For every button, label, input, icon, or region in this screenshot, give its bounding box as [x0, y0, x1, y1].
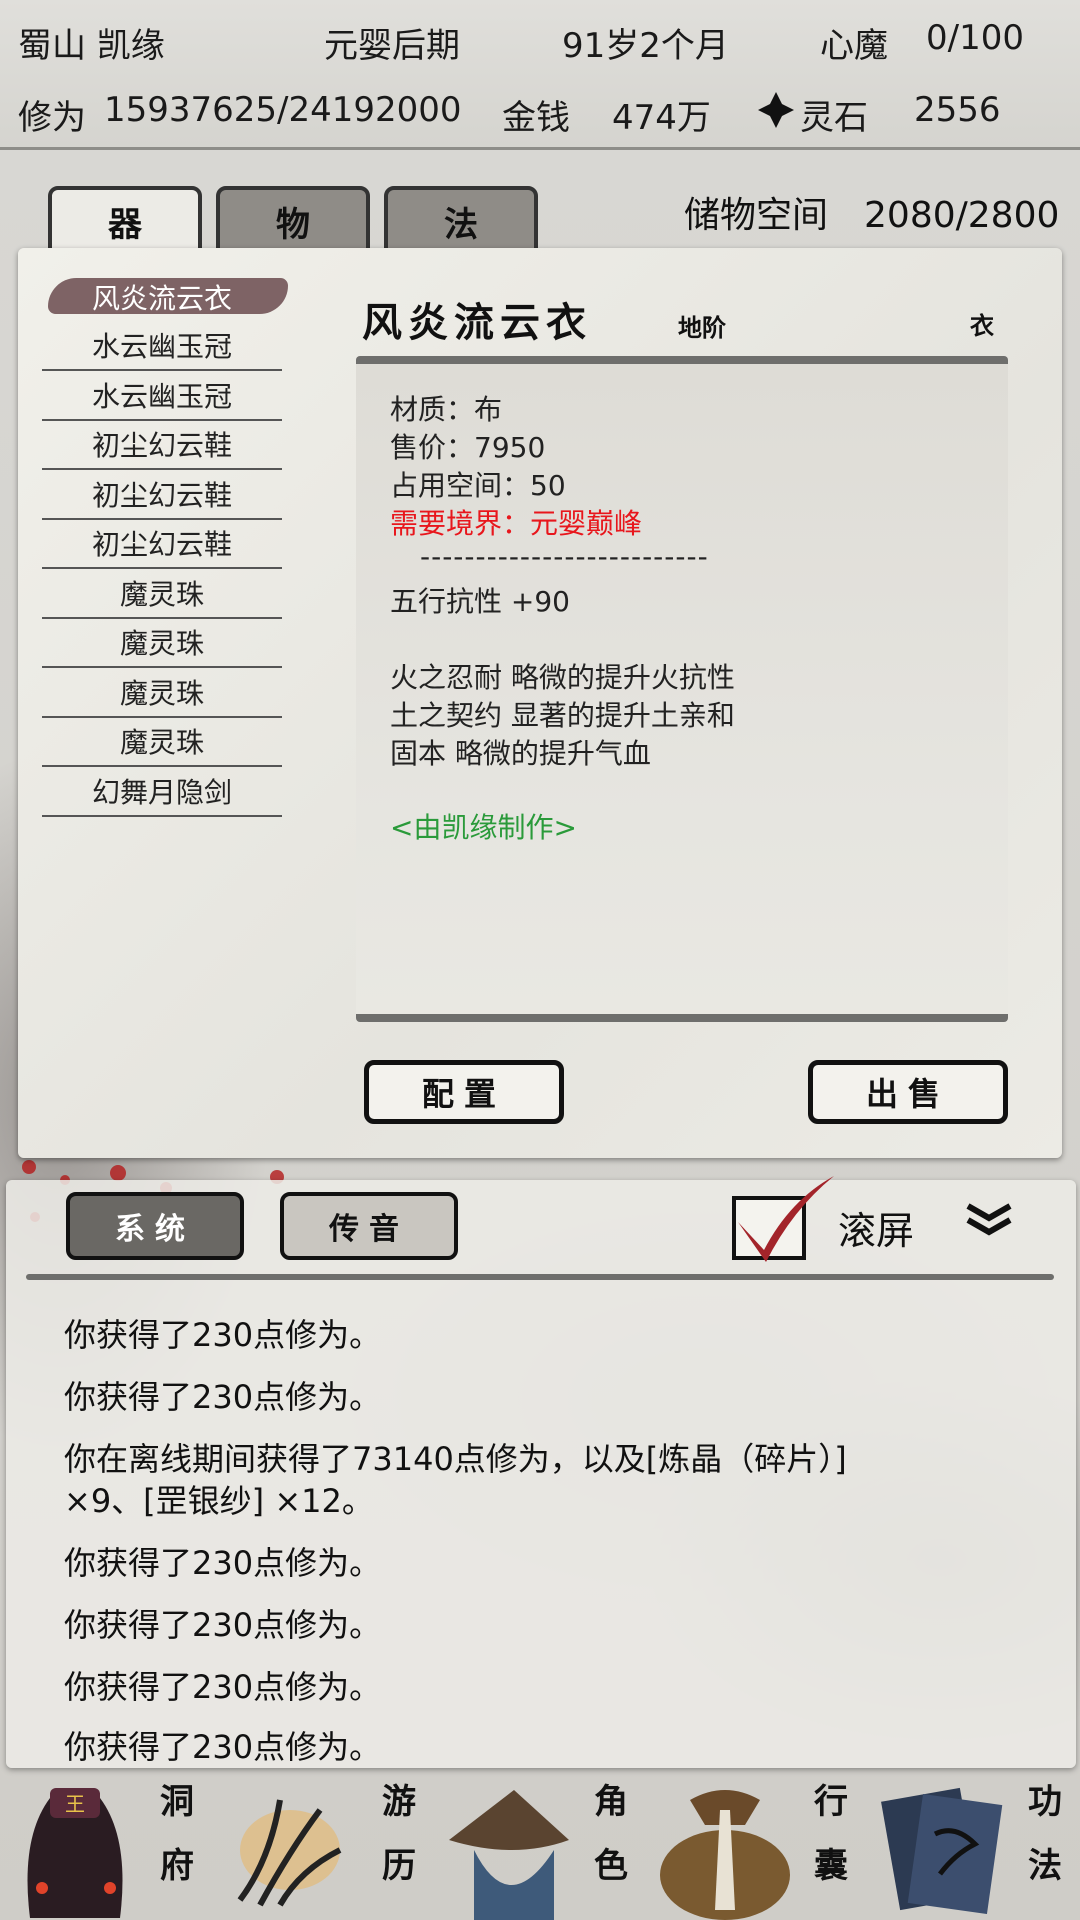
cave-icon: 王: [27, 1788, 123, 1918]
money-label: 金钱: [502, 98, 570, 138]
item-requirement: 需要境界：元婴巅峰: [390, 507, 643, 540]
equip-button[interactable]: 配置: [364, 1060, 564, 1124]
player-age: 91岁2个月: [562, 26, 729, 66]
item-grade: 地阶: [678, 313, 726, 342]
list-item[interactable]: 初尘幻云鞋: [42, 470, 282, 520]
bag-icon: [660, 1790, 790, 1920]
item-price: 售价：7950: [390, 431, 546, 464]
svg-text:王: 王: [65, 1792, 85, 1816]
chat-message: 你获得了230点修为。: [64, 1378, 382, 1416]
storage-value: 2080/2800: [864, 195, 1060, 236]
tab-whisper[interactable]: 传音: [280, 1192, 458, 1260]
sell-button[interactable]: 出售: [808, 1060, 1008, 1124]
list-item[interactable]: 水云幽玉冠: [42, 371, 282, 421]
scroll-label: 滚屏: [838, 1209, 915, 1253]
nav-travel-label2: 历: [382, 1846, 416, 1886]
heart-demon-label: 心魔: [820, 26, 888, 66]
list-item[interactable]: 风炎流云衣: [42, 272, 288, 322]
spirit-stone-value: 2556: [914, 90, 1001, 130]
list-item[interactable]: 魔灵珠: [42, 718, 282, 767]
nav-techniques-label2: 法: [1028, 1846, 1062, 1886]
item-space: 占用空间：50: [390, 469, 566, 502]
spirit-stone-icon: [758, 92, 794, 128]
player-realm: 元婴后期: [324, 26, 460, 66]
chat-message: 你在离线期间获得了73140点修为，以及[炼晶（碎片）]: [64, 1440, 847, 1478]
divider-dashes: --------------------------: [420, 540, 709, 573]
tab-system[interactable]: 系统: [66, 1192, 244, 1260]
cultivation-value: 15937625/24192000: [104, 90, 462, 130]
item-trait: 固本 略微的提升气血: [390, 737, 651, 770]
nav-bag-label2: 囊: [814, 1846, 848, 1886]
chat-message: 你获得了230点修为。: [64, 1544, 382, 1582]
travel-icon: [237, 1799, 342, 1907]
nav-character-label1: 角: [594, 1782, 628, 1822]
item-stat: 五行抗性 +90: [390, 585, 570, 618]
chevron-down-icon[interactable]: [964, 1200, 1014, 1240]
status-header: 蜀山 凯缘 元婴后期 91岁2个月 心魔 0/100 修为 15937625/2…: [0, 0, 1080, 150]
item-title: 风炎流云衣: [362, 299, 592, 346]
nav-cave-label2: 府: [160, 1846, 194, 1886]
list-item[interactable]: 水云幽玉冠: [42, 322, 282, 371]
spirit-stone-label: 灵石: [800, 98, 868, 138]
list-item[interactable]: 初尘幻云鞋: [42, 421, 282, 470]
item-maker: <由凯缘制作>: [390, 811, 577, 844]
chat-message: 你获得了230点修为。: [64, 1316, 382, 1354]
book-icon: [881, 1787, 1003, 1914]
nav-travel-label1: 游: [382, 1782, 416, 1822]
nav-techniques-label1: 功: [1028, 1782, 1062, 1822]
item-trait: 土之契约 显著的提升土亲和: [390, 699, 735, 732]
bottom-nav: 王 洞 府 游 历 角 色 行 囊 功 法: [0, 1770, 1080, 1920]
item-type: 衣: [970, 311, 994, 340]
chat-message: 你获得了230点修为。: [64, 1728, 382, 1766]
list-item[interactable]: 魔灵珠: [42, 619, 282, 668]
nav-bag-label1: 行: [814, 1782, 848, 1822]
list-item[interactable]: 幻舞月隐剑: [42, 767, 282, 817]
tab-techniques[interactable]: 法: [384, 186, 538, 256]
item-trait: 火之忍耐 略微的提升火抗性: [390, 661, 735, 694]
item-list: 风炎流云衣 水云幽玉冠 水云幽玉冠 初尘幻云鞋 初尘幻云鞋 初尘幻云鞋 魔灵珠 …: [42, 272, 288, 817]
storage-capacity: 储物空间 2080/2800: [684, 186, 1059, 238]
checkmark-icon: [738, 1176, 834, 1262]
list-item[interactable]: 初尘幻云鞋: [42, 520, 282, 569]
item-material: 材质：布: [390, 393, 503, 426]
chat-divider: [26, 1274, 1054, 1280]
list-item[interactable]: 魔灵珠: [42, 569, 282, 619]
heart-demon-value: 0/100: [926, 18, 1024, 58]
tab-equipment[interactable]: 器: [48, 186, 202, 256]
chat-message: 你获得了230点修为。: [64, 1668, 382, 1706]
tab-items[interactable]: 物: [216, 186, 370, 256]
nav-character-label2: 色: [594, 1846, 628, 1886]
money-value: 474万: [612, 98, 711, 138]
chat-message: 你获得了230点修为。: [64, 1606, 382, 1644]
scroll-checkbox[interactable]: [732, 1176, 834, 1262]
nav-cave-label1: 洞: [160, 1782, 194, 1822]
list-item[interactable]: 魔灵珠: [42, 668, 282, 718]
chat-message: ×9、[罡银纱] ×12。: [64, 1482, 374, 1520]
storage-label: 储物空间: [684, 195, 829, 236]
cultivation-label: 修为: [18, 98, 86, 138]
player-name: 蜀山 凯缘: [18, 26, 165, 66]
character-icon: [449, 1790, 569, 1920]
